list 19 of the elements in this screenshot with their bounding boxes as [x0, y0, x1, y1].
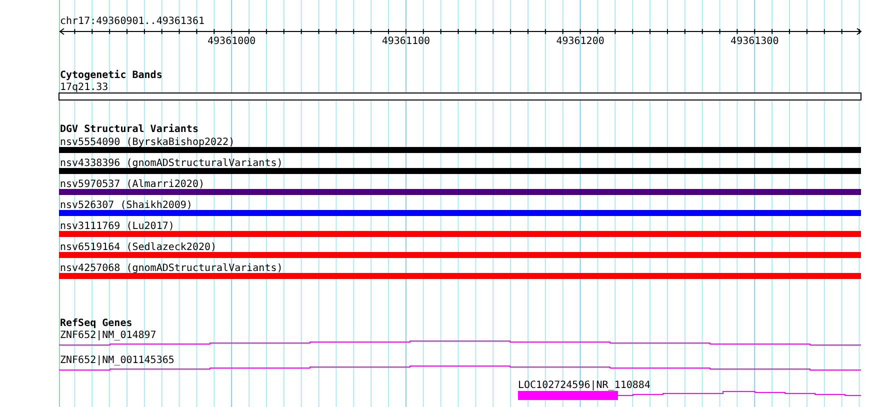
variant-label: nsv3111769 (Lu2017) [60, 221, 174, 232]
tick-label: 49361000 [208, 36, 256, 47]
track-title: Cytogenetic Bands [60, 70, 162, 81]
track-title: DGV Structural Variants [60, 124, 198, 135]
tick-label: 49361100 [382, 36, 430, 47]
band-label: 17q21.33 [60, 82, 108, 93]
position-label: chr17:49360901..49361361 [60, 16, 204, 27]
variant-label: nsv5970537 (Almarri2020) [60, 179, 204, 190]
gene-label: ZNF652|NM_014897 [60, 330, 156, 341]
tick-label: 49361200 [556, 36, 604, 47]
variant-label: nsv4257068 (gnomADStructuralVariants) [60, 263, 283, 274]
variant-label: nsv4338396 (gnomADStructuralVariants) [60, 158, 283, 169]
variant-label: nsv5554090 (ByrskaBishop2022) [60, 137, 235, 148]
tick-label: 49361300 [730, 36, 779, 47]
variant-label: nsv526307 (Shaikh2009) [60, 200, 192, 211]
variant-label: nsv6519164 (Sedlazeck2020) [60, 242, 217, 253]
track-title: RefSeq Genes [60, 318, 132, 329]
gene-label: ZNF652|NM_001145365 [60, 355, 174, 366]
gene-label: LOC102724596|NR_110884 [518, 380, 650, 391]
